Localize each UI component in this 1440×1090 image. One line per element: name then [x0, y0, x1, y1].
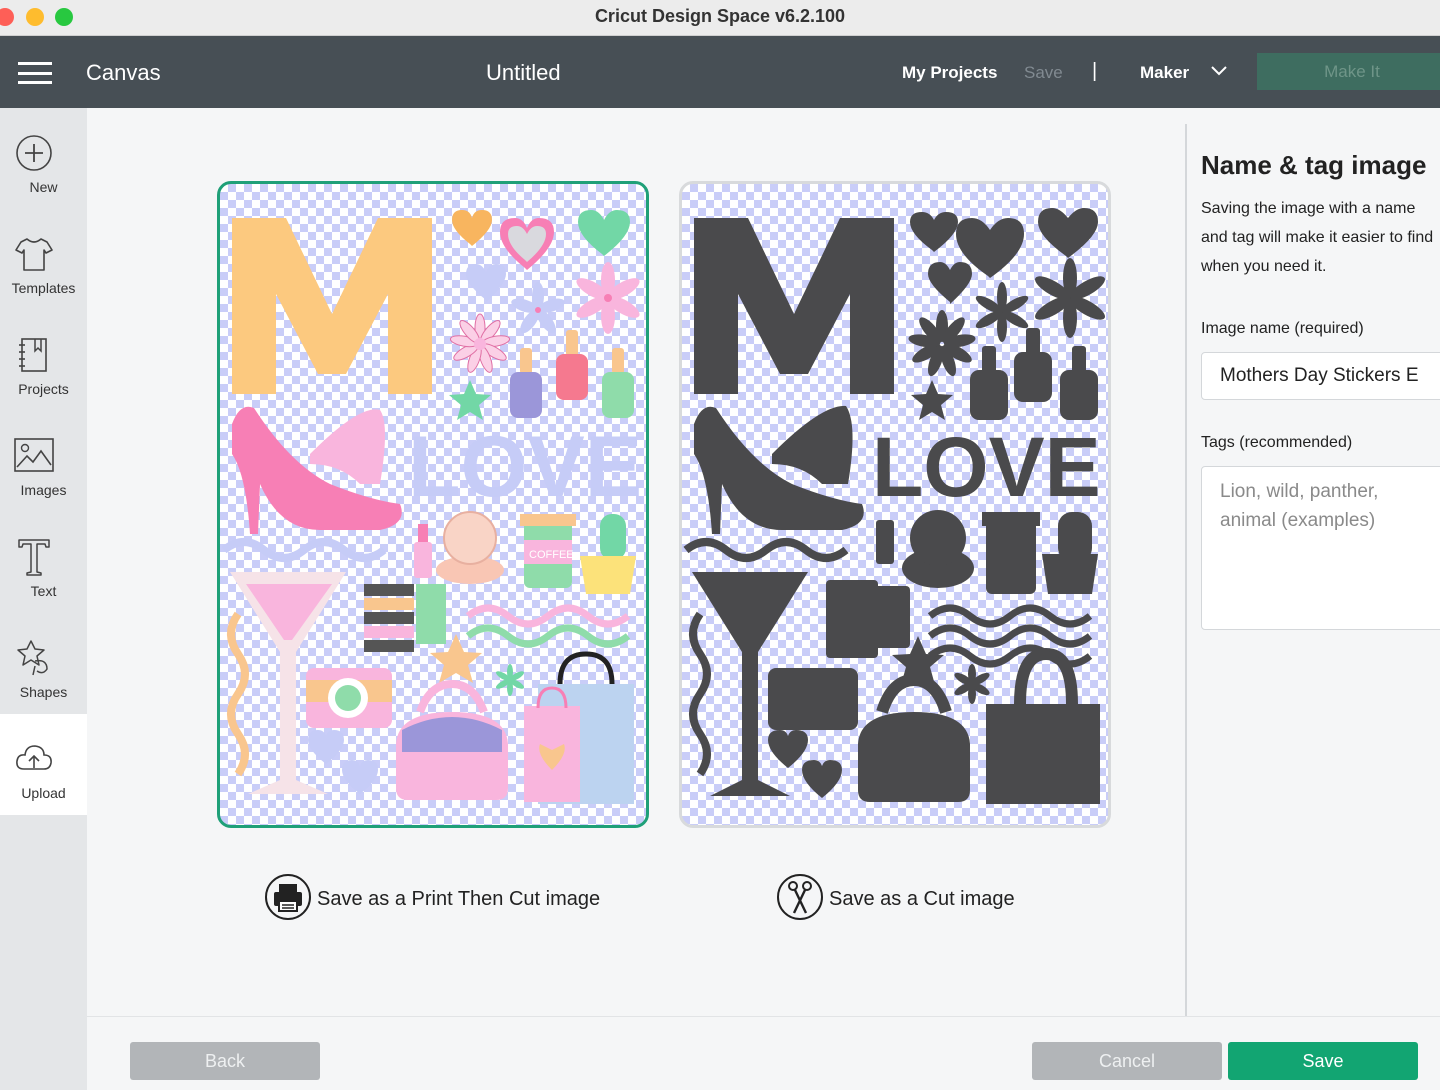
header-separator: | — [1092, 60, 1098, 82]
sidebar-item-new[interactable]: New — [0, 108, 87, 209]
tags-label: Tags (recommended) — [1201, 434, 1353, 451]
left-sidebar: New Templates Projects Images Text Shape… — [0, 108, 87, 1090]
name-tag-panel: Name & tag image Saving the image with a… — [1187, 108, 1440, 1016]
header-save-link[interactable]: Save — [1024, 63, 1063, 83]
image-name-input[interactable] — [1201, 352, 1440, 400]
save-button[interactable]: Save — [1228, 1042, 1418, 1080]
love-artwork-text: LOVE — [408, 419, 642, 515]
sidebar-item-label: Images — [20, 482, 67, 498]
title-bar: Cricut Design Space v6.2.100 — [0, 0, 1440, 36]
print-then-cut-option[interactable]: Save as a Print Then Cut image — [264, 873, 624, 923]
sidebar-item-label: Templates — [11, 280, 76, 296]
sidebar-item-label: New — [29, 179, 58, 195]
sidebar-item-label: Projects — [18, 381, 69, 397]
project-title[interactable]: Untitled — [486, 60, 561, 86]
printer-icon — [265, 874, 311, 920]
sidebar-item-templates[interactable]: Templates — [0, 209, 87, 310]
cancel-button[interactable]: Cancel — [1032, 1042, 1222, 1080]
sidebar-item-label: Shapes — [19, 684, 68, 700]
machine-selector[interactable]: Maker — [1140, 63, 1189, 83]
sidebar-item-label: Upload — [21, 785, 66, 801]
image-icon — [14, 438, 54, 472]
back-button[interactable]: Back — [130, 1042, 320, 1080]
text-t-icon — [18, 539, 50, 576]
window-title: Cricut Design Space v6.2.100 — [594, 6, 846, 26]
make-it-button[interactable]: Make It — [1257, 53, 1440, 90]
cut-label: Save as a Cut image — [829, 888, 1015, 910]
app-header: Canvas Untitled My Projects Save | Maker… — [0, 36, 1440, 108]
love-cut-text: LOVE — [872, 420, 1101, 514]
sidebar-item-text[interactable]: Text — [0, 512, 87, 613]
notebook-icon — [19, 338, 47, 372]
coffee-artwork-text: COFFEE — [529, 549, 574, 561]
sidebar-item-images[interactable]: Images — [0, 411, 87, 512]
plus-circle-icon — [16, 135, 52, 171]
chevron-down-icon[interactable] — [1210, 64, 1228, 78]
cut-preview[interactable]: LOVE — [679, 181, 1111, 828]
cloud-upload-icon — [16, 745, 52, 770]
my-projects-link[interactable]: My Projects — [902, 63, 997, 83]
tshirt-icon — [15, 238, 53, 271]
sidebar-item-label: Text — [30, 583, 57, 599]
print-then-cut-label: Save as a Print Then Cut image — [317, 888, 601, 910]
print-then-cut-preview[interactable]: LOVE COFFEE — [217, 181, 649, 828]
sidebar-item-upload[interactable]: Upload — [0, 714, 87, 815]
sidebar-item-projects[interactable]: Projects — [0, 310, 87, 411]
menu-icon[interactable] — [18, 62, 52, 84]
cut-option[interactable]: Save as a Cut image — [776, 873, 1056, 923]
panel-title: Name & tag image — [1201, 150, 1427, 180]
scissors-icon — [777, 874, 823, 920]
tags-input[interactable] — [1201, 466, 1440, 630]
cut-artwork: LOVE — [683, 208, 1105, 804]
panel-description: Saving the image with a name and tag wil… — [1201, 200, 1434, 275]
sidebar-item-shapes[interactable]: Shapes — [0, 613, 87, 714]
canvas-label: Canvas — [86, 60, 161, 85]
shapes-icon — [17, 640, 48, 676]
image-name-label: Image name (required) — [1201, 320, 1364, 337]
print-then-cut-artwork: LOVE COFFEE — [221, 210, 642, 804]
